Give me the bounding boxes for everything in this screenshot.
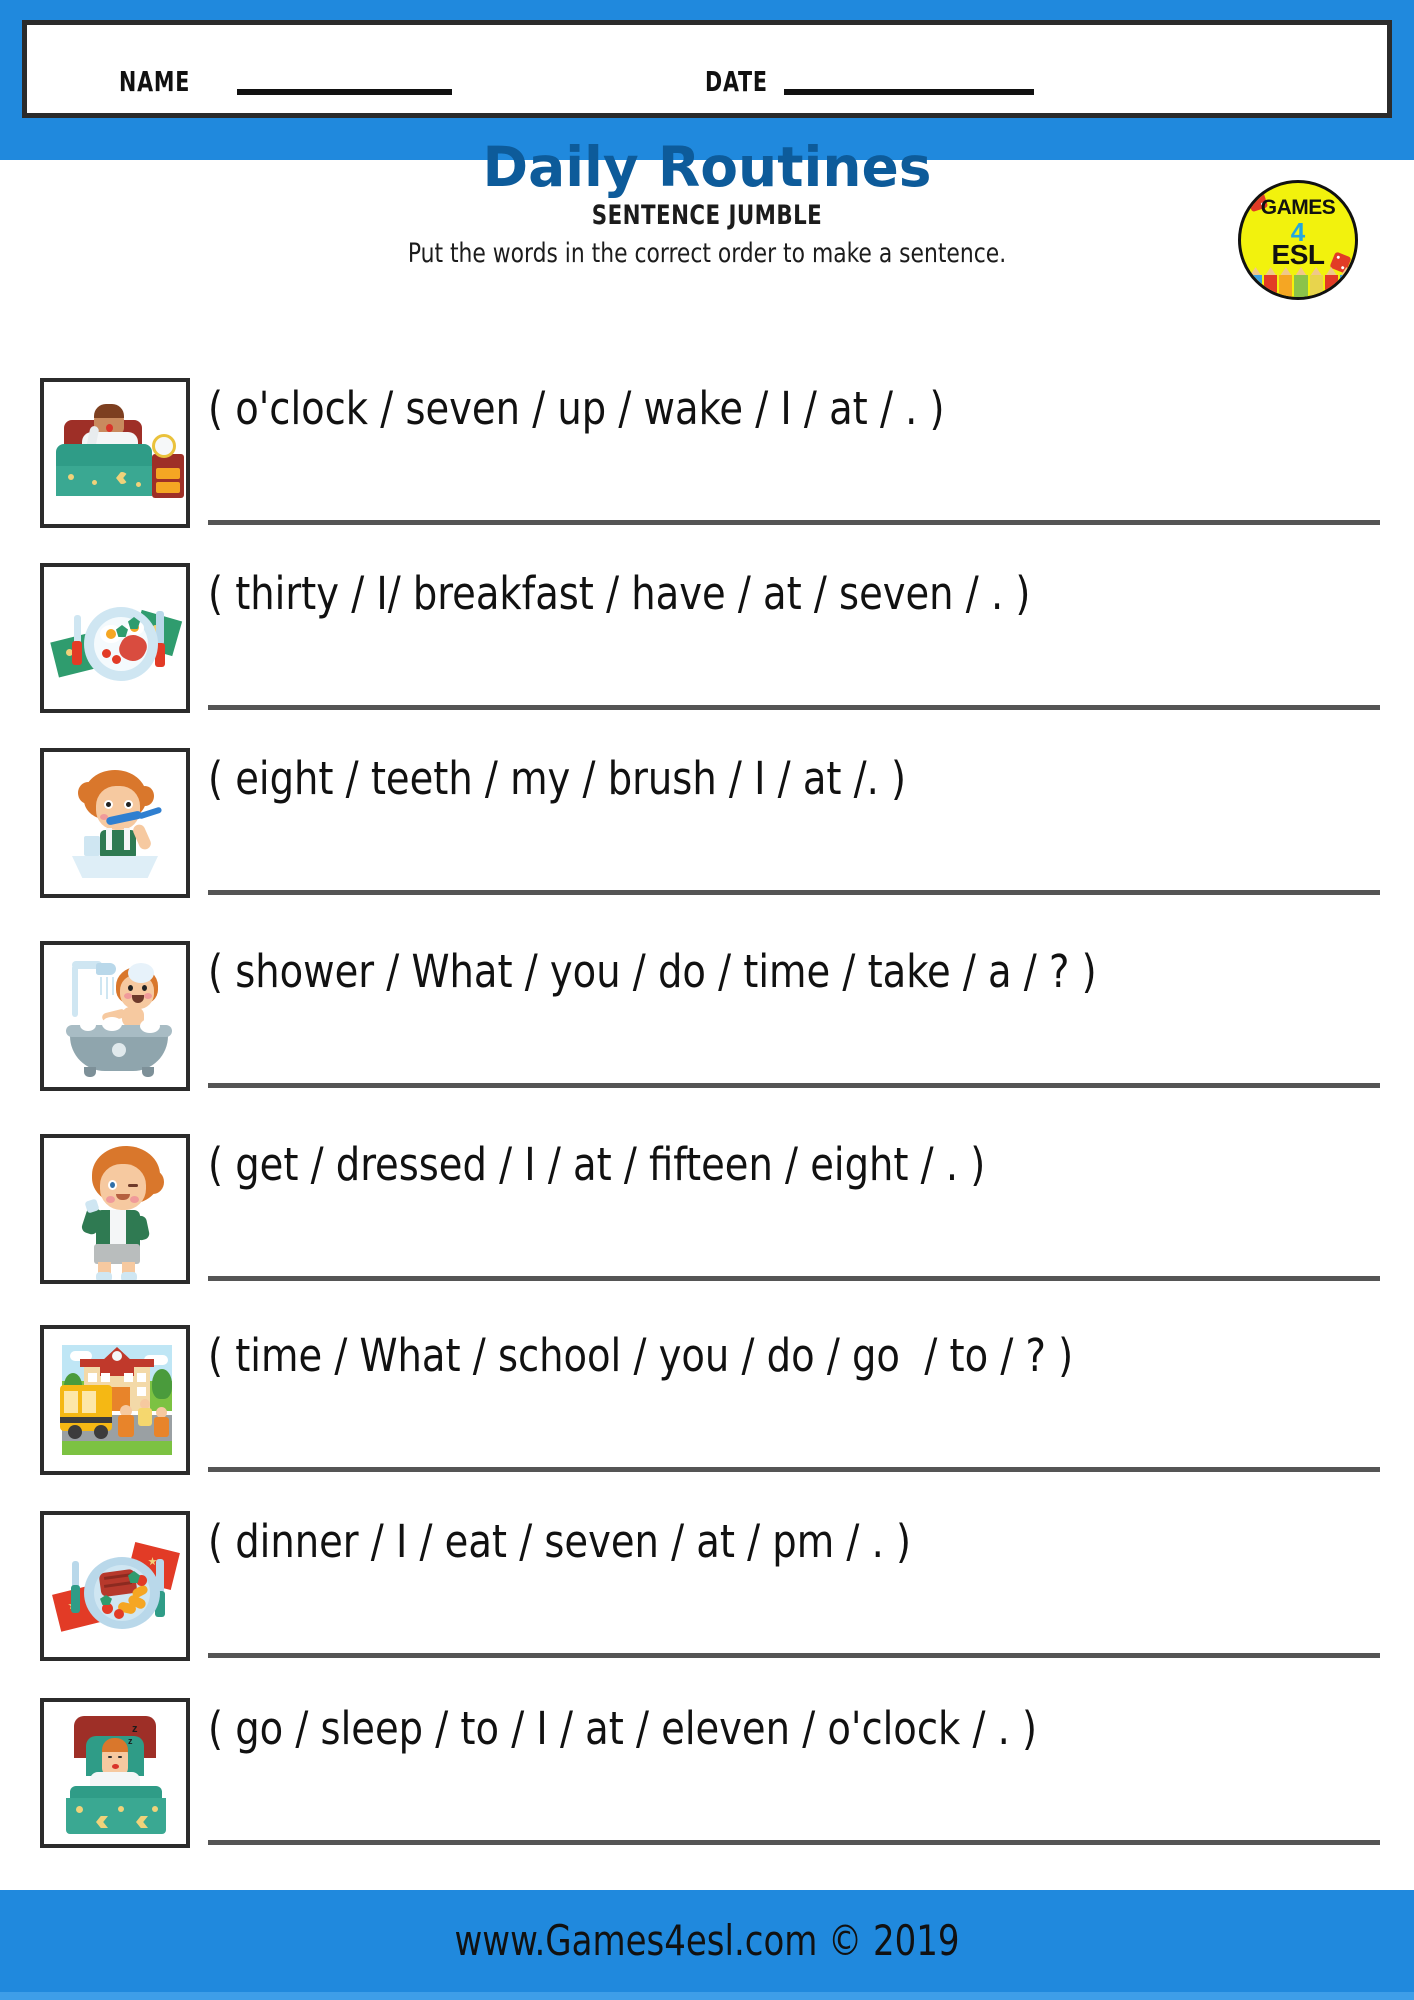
page-title: Daily Routines	[482, 135, 932, 199]
question-image	[40, 1325, 190, 1475]
question-image	[40, 1511, 190, 1661]
answer-line[interactable]	[208, 1083, 1380, 1088]
pencils-icon	[1249, 267, 1353, 297]
question-image	[40, 748, 190, 898]
logo-esl-text: ESL	[1271, 239, 1325, 270]
footer-band: www.Games4esl.com © 2019	[0, 1890, 1414, 2000]
school-bus-building-icon	[44, 1329, 186, 1471]
jumbled-sentence: ( shower / What / you / do / time / take…	[208, 945, 1097, 998]
question-row: ( dinner / I / eat / seven / at / pm / .…	[40, 1511, 1380, 1683]
jumbled-sentence: ( dinner / I / eat / seven / at / pm / .…	[208, 1515, 911, 1568]
answer-line[interactable]	[208, 1276, 1380, 1281]
get-dressed-boy-icon	[44, 1138, 186, 1280]
page-subtitle: SENTENCE JUMBLE	[591, 200, 823, 231]
footer-stripe	[0, 1992, 1414, 2000]
jumbled-sentence: ( o'clock / seven / up / wake / I / at /…	[208, 382, 945, 435]
logo-games-text: GAMES	[1260, 196, 1336, 219]
answer-line[interactable]	[208, 1840, 1380, 1845]
question-row: z z ( go / sleep / to / I / at / eleven …	[40, 1698, 1380, 1870]
breakfast-plate-icon	[44, 567, 186, 709]
question-image	[40, 1134, 190, 1284]
brush-teeth-boy-icon	[44, 752, 186, 894]
date-write-line[interactable]	[784, 89, 1034, 95]
question-row: ( get / dressed / I / at / fifteen / eig…	[40, 1134, 1380, 1306]
question-image	[40, 941, 190, 1091]
answer-line[interactable]	[208, 705, 1380, 710]
question-row: ( thirty / I/ breakfast / have / at / se…	[40, 563, 1380, 735]
jumbled-sentence: ( thirty / I/ breakfast / have / at / se…	[208, 567, 1031, 620]
name-write-line[interactable]	[237, 89, 452, 95]
answer-line[interactable]	[208, 1467, 1380, 1472]
question-row: ( time / What / school / you / do / go /…	[40, 1325, 1380, 1497]
wake-up-in-bed-icon	[44, 382, 186, 524]
footer-credit: www.Games4esl.com © 2019	[454, 1916, 960, 1965]
games4esl-logo: GAMES 4 ESL	[1238, 180, 1358, 300]
answer-line[interactable]	[208, 1653, 1380, 1658]
take-shower-bathtub-icon	[44, 945, 186, 1087]
date-label: DATE	[705, 65, 768, 98]
worksheet-page: NAME DATE Daily Routines SENTENCE JUMBLE…	[0, 0, 1414, 2000]
question-image: z z	[40, 1698, 190, 1848]
answer-line[interactable]	[208, 890, 1380, 895]
dinner-plate-icon	[44, 1515, 186, 1657]
go-to-sleep-bed-icon: z z	[44, 1702, 186, 1844]
question-image	[40, 563, 190, 713]
jumbled-sentence: ( go / sleep / to / I / at / eleven / o'…	[208, 1702, 1038, 1755]
jumbled-sentence: ( get / dressed / I / at / fifteen / eig…	[208, 1138, 986, 1191]
question-image	[40, 378, 190, 528]
question-row: ( o'clock / seven / up / wake / I / at /…	[40, 378, 1380, 550]
name-date-box: NAME DATE	[22, 20, 1392, 118]
question-row: ( eight / teeth / my / brush / I / at /.…	[40, 748, 1380, 920]
jumbled-sentence: ( eight / teeth / my / brush / I / at /.…	[208, 752, 907, 805]
name-date-row: NAME DATE	[27, 61, 1387, 101]
question-row: ( shower / What / you / do / time / take…	[40, 941, 1380, 1113]
name-label: NAME	[119, 65, 191, 98]
instructions-text: Put the words in the correct order to ma…	[407, 238, 1007, 269]
jumbled-sentence: ( time / What / school / you / do / go /…	[208, 1329, 1074, 1382]
answer-line[interactable]	[208, 520, 1380, 525]
